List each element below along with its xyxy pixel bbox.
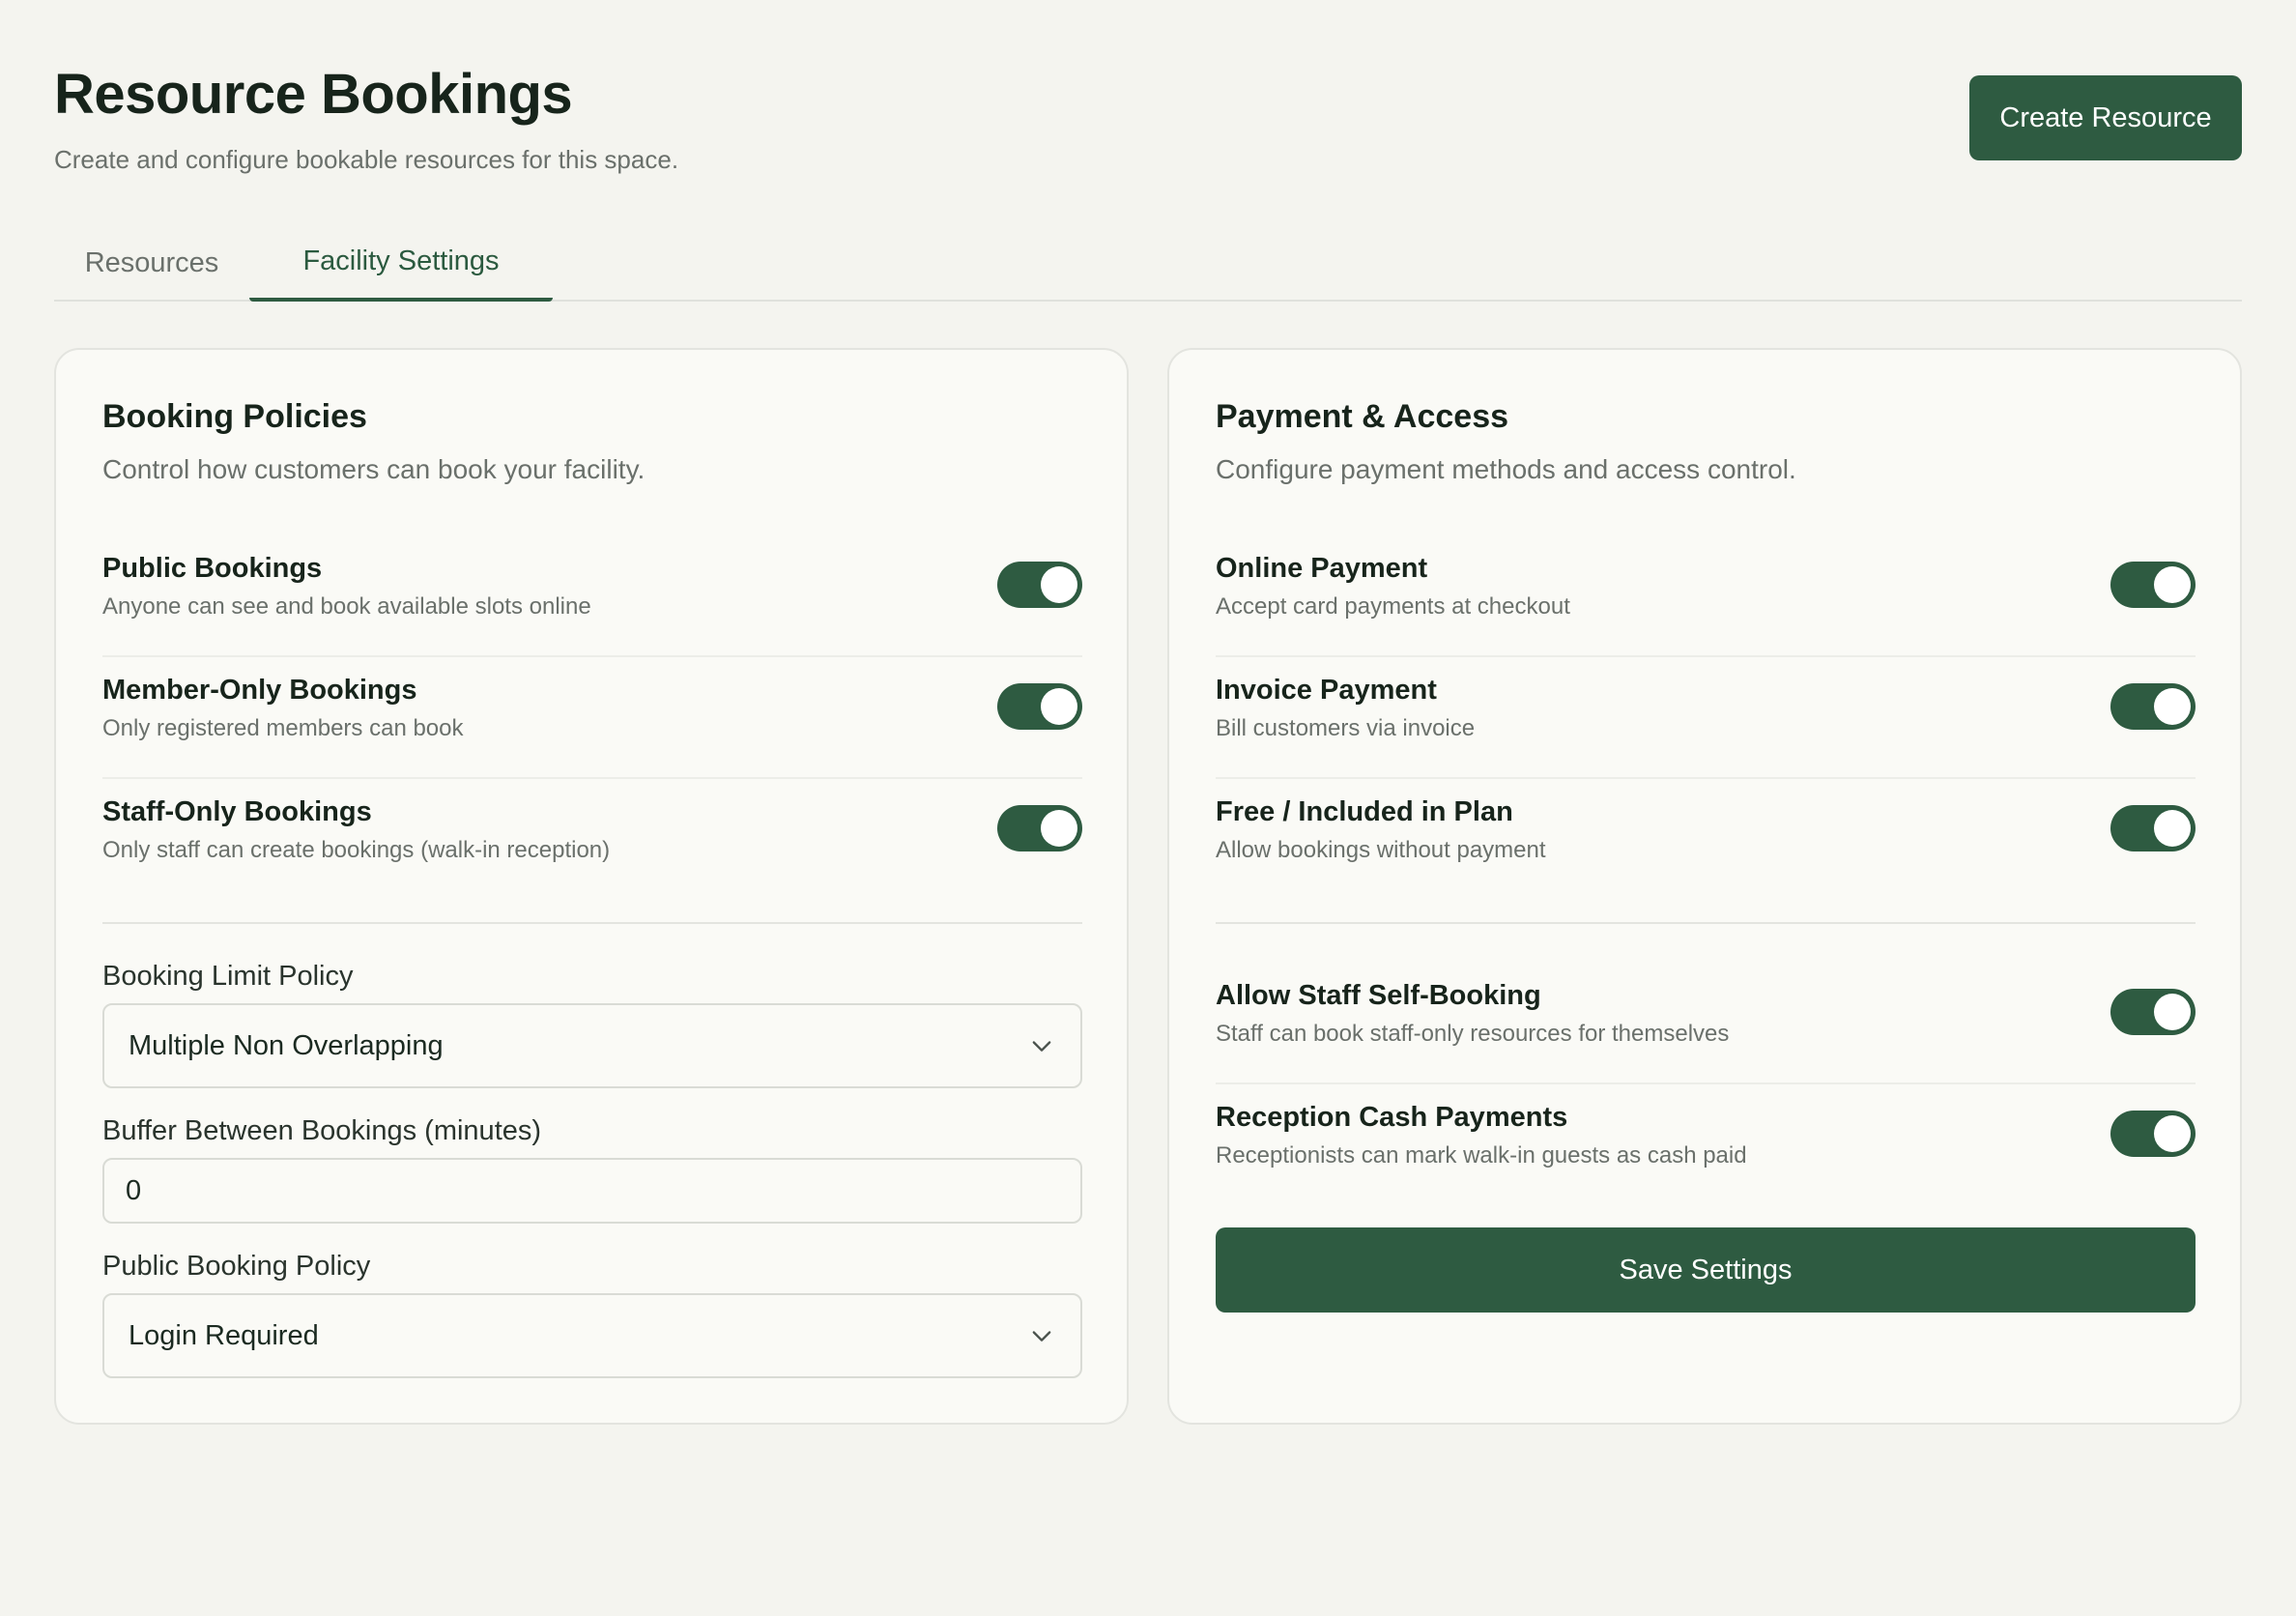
- member-only-bookings-toggle[interactable]: [997, 683, 1082, 730]
- public-booking-policy-select[interactable]: Login Required: [102, 1293, 1082, 1378]
- setting-label: Member-Only Bookings: [102, 675, 417, 706]
- chevron-down-icon: [1032, 1331, 1051, 1342]
- setting-label: Online Payment: [1216, 553, 1428, 584]
- save-settings-button[interactable]: Save Settings: [1216, 1227, 2196, 1313]
- payment-access-card: Payment & Access Configure payment metho…: [1167, 348, 2242, 1425]
- setting-free-included: Free / Included in Plan Allow bookings w…: [1216, 779, 2196, 901]
- booking-policies-description: Control how customers can book your faci…: [102, 454, 646, 484]
- toggle-knob: [1041, 566, 1077, 603]
- setting-label: Public Bookings: [102, 553, 323, 584]
- toggle-knob: [2154, 566, 2191, 603]
- tab-facility-settings[interactable]: Facility Settings: [249, 224, 553, 302]
- payment-access-title: Payment & Access: [1216, 398, 1509, 435]
- setting-member-only-bookings: Member-Only Bookings Only registered mem…: [102, 657, 1082, 779]
- buffer-value: 0: [126, 1174, 142, 1206]
- tab-bar: Resources Facility Settings: [54, 224, 2242, 302]
- section-divider: [1216, 922, 2196, 924]
- create-resource-button[interactable]: Create Resource: [1969, 75, 2242, 160]
- tab-resources[interactable]: Resources: [54, 224, 249, 302]
- public-booking-policy-label: Public Booking Policy: [102, 1251, 371, 1282]
- public-booking-policy-value: Login Required: [129, 1319, 319, 1351]
- page-subtitle: Create and configure bookable resources …: [54, 145, 679, 174]
- page: Resource Bookings Create and configure b…: [54, 0, 2242, 1425]
- toggle-knob: [2154, 810, 2191, 847]
- setting-online-payment: Online Payment Accept card payments at c…: [1216, 535, 2196, 657]
- setting-description: Staff can book staff-only resources for …: [1216, 1021, 1730, 1047]
- setting-public-bookings: Public Bookings Anyone can see and book …: [102, 535, 1082, 657]
- setting-description: Only registered members can book: [102, 715, 464, 741]
- booking-policies-card: Booking Policies Control how customers c…: [54, 348, 1129, 1425]
- invoice-payment-toggle[interactable]: [2110, 683, 2196, 730]
- booking-limit-value: Multiple Non Overlapping: [129, 1029, 444, 1061]
- setting-description: Bill customers via invoice: [1216, 715, 1476, 741]
- payment-access-description: Configure payment methods and access con…: [1216, 454, 1796, 484]
- toggle-knob: [1041, 810, 1077, 847]
- buffer-input[interactable]: 0: [102, 1158, 1082, 1224]
- setting-label: Allow Staff Self-Booking: [1216, 980, 1541, 1011]
- toggle-knob: [1041, 688, 1077, 725]
- booking-limit-label: Booking Limit Policy: [102, 961, 354, 992]
- staff-self-booking-toggle[interactable]: [2110, 989, 2196, 1035]
- public-bookings-toggle[interactable]: [997, 562, 1082, 608]
- setting-description: Accept card payments at checkout: [1216, 593, 1570, 620]
- toggle-knob: [2154, 688, 2191, 725]
- free-included-toggle[interactable]: [2110, 805, 2196, 851]
- reception-cash-toggle[interactable]: [2110, 1111, 2196, 1157]
- setting-reception-cash: Reception Cash Payments Receptionists ca…: [1216, 1084, 2196, 1206]
- staff-only-bookings-toggle[interactable]: [997, 805, 1082, 851]
- setting-label: Reception Cash Payments: [1216, 1102, 1568, 1133]
- setting-description: Anyone can see and book available slots …: [102, 593, 591, 620]
- chevron-down-icon: [1032, 1041, 1051, 1052]
- setting-invoice-payment: Invoice Payment Bill customers via invoi…: [1216, 657, 2196, 779]
- online-payment-toggle[interactable]: [2110, 562, 2196, 608]
- setting-label: Invoice Payment: [1216, 675, 1437, 706]
- setting-description: Only staff can create bookings (walk-in …: [102, 837, 611, 863]
- setting-description: Receptionists can mark walk-in guests as…: [1216, 1142, 1747, 1169]
- booking-policies-title: Booking Policies: [102, 398, 367, 435]
- booking-limit-select[interactable]: Multiple Non Overlapping: [102, 1003, 1082, 1088]
- setting-description: Allow bookings without payment: [1216, 837, 1546, 863]
- toggle-knob: [2154, 994, 2191, 1030]
- setting-label: Staff-Only Bookings: [102, 796, 372, 827]
- page-header: Resource Bookings Create and configure b…: [54, 0, 2242, 224]
- page-title: Resource Bookings: [54, 63, 573, 126]
- section-divider: [102, 922, 1082, 924]
- toggle-knob: [2154, 1115, 2191, 1152]
- setting-label: Free / Included in Plan: [1216, 796, 1513, 827]
- setting-staff-self-booking: Allow Staff Self-Booking Staff can book …: [1216, 963, 2196, 1084]
- buffer-label: Buffer Between Bookings (minutes): [102, 1115, 542, 1146]
- setting-staff-only-bookings: Staff-Only Bookings Only staff can creat…: [102, 779, 1082, 901]
